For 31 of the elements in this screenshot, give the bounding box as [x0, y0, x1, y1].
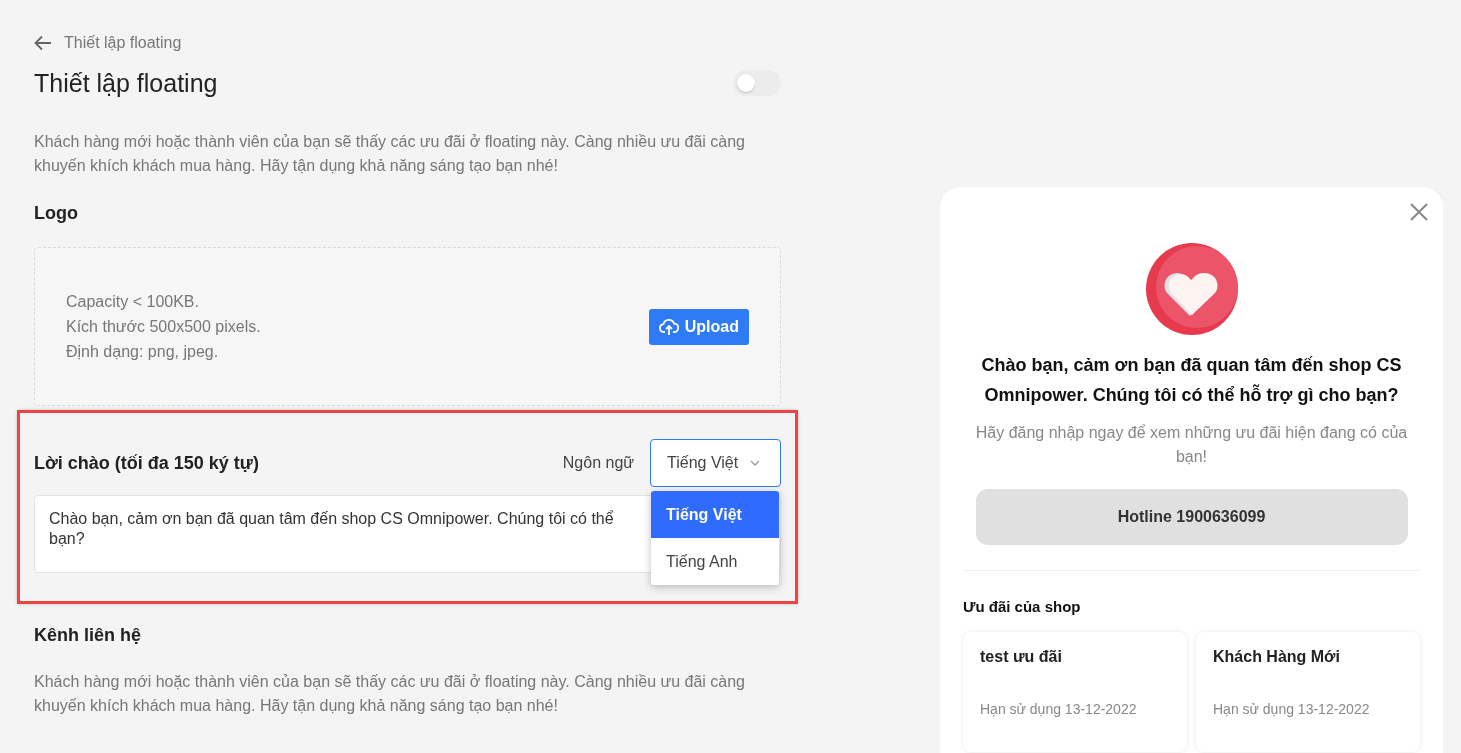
offer-title: test ưu đãi — [980, 648, 1063, 666]
chevron-down-icon — [750, 460, 761, 466]
contact-description: Khách hàng mới hoặc thành viên của bạn sẽ thấy các ưu đãi ở floating này. Càng nhiều ưu đãi càng khuyến khích khách mua hàng. Hãy tận dụng khả năng sáng tạo bạn nhé! — [34, 672, 746, 716]
floating-toggle[interactable] — [733, 70, 781, 96]
back-arrow-icon[interactable] — [34, 35, 52, 51]
cloud-upload-icon — [658, 317, 679, 336]
intro-text: Khách hàng mới hoặc thành viên của bạn sẽ thấy các ưu đãi ở floating này. Càng nhiều ưu đãi càng khuyến khích khách mua hàng. Hãy tận dụng khả năng sáng tạo bạn nhé! — [34, 132, 746, 176]
section-title: Logo — [34, 203, 79, 224]
section-title: Lời chào (tối đa 150 ký tự) — [34, 452, 259, 474]
section-title: Kênh liên hệ — [34, 625, 142, 646]
offer-title: Khách Hàng Mới — [1213, 648, 1341, 666]
page-title: Thiết lập floating — [34, 68, 218, 98]
greeting-heading: Chào bạn, cảm ơn bạn đã quan tâm đến shop CS Omnipower. Chúng tôi có thể hỗ trợ gì cho bạn? — [980, 354, 1403, 407]
language-label: Ngôn ngữ — [562, 454, 634, 472]
language-select[interactable]: Tiếng Việt — [650, 439, 781, 487]
language-option[interactable]: Tiếng Việt — [651, 491, 779, 538]
offer-card[interactable]: Khách Hàng Mới Hạn sử dụng 13-12-2022 — [1196, 632, 1420, 752]
offer-expiry: Hạn sử dụng 13-12-2022 — [1213, 701, 1371, 717]
close-icon[interactable] — [1410, 203, 1428, 221]
requirement-text: Kích thước 500x500 pixels. — [66, 317, 261, 336]
offer-expiry: Hạn sử dụng 13-12-2022 — [980, 701, 1138, 717]
offers-title: Ưu đãi của shop — [963, 598, 1081, 615]
greeting-text-line: bạn? — [49, 529, 85, 549]
hotline-button[interactable]: Hotline 1900636099 — [975, 489, 1408, 545]
login-prompt: Hãy đăng nhập ngay để xem những ưu đãi hiện đang có của bạn! — [974, 423, 1409, 467]
requirement-text: Capacity < 100KB. — [66, 292, 200, 311]
upload-button[interactable]: Upload — [648, 308, 749, 345]
offer-card[interactable]: test ưu đãi Hạn sử dụng 13-12-2022 — [963, 632, 1187, 752]
requirement-text: Định dạng: png, jpeg. — [66, 342, 220, 361]
greeting-text-line: Chào bạn, cảm ơn bạn đã quan tâm đến shop CS Omnipower. Chúng tôi có thể — [49, 509, 614, 529]
breadcrumb-link[interactable]: Thiết lập floating — [64, 34, 182, 52]
